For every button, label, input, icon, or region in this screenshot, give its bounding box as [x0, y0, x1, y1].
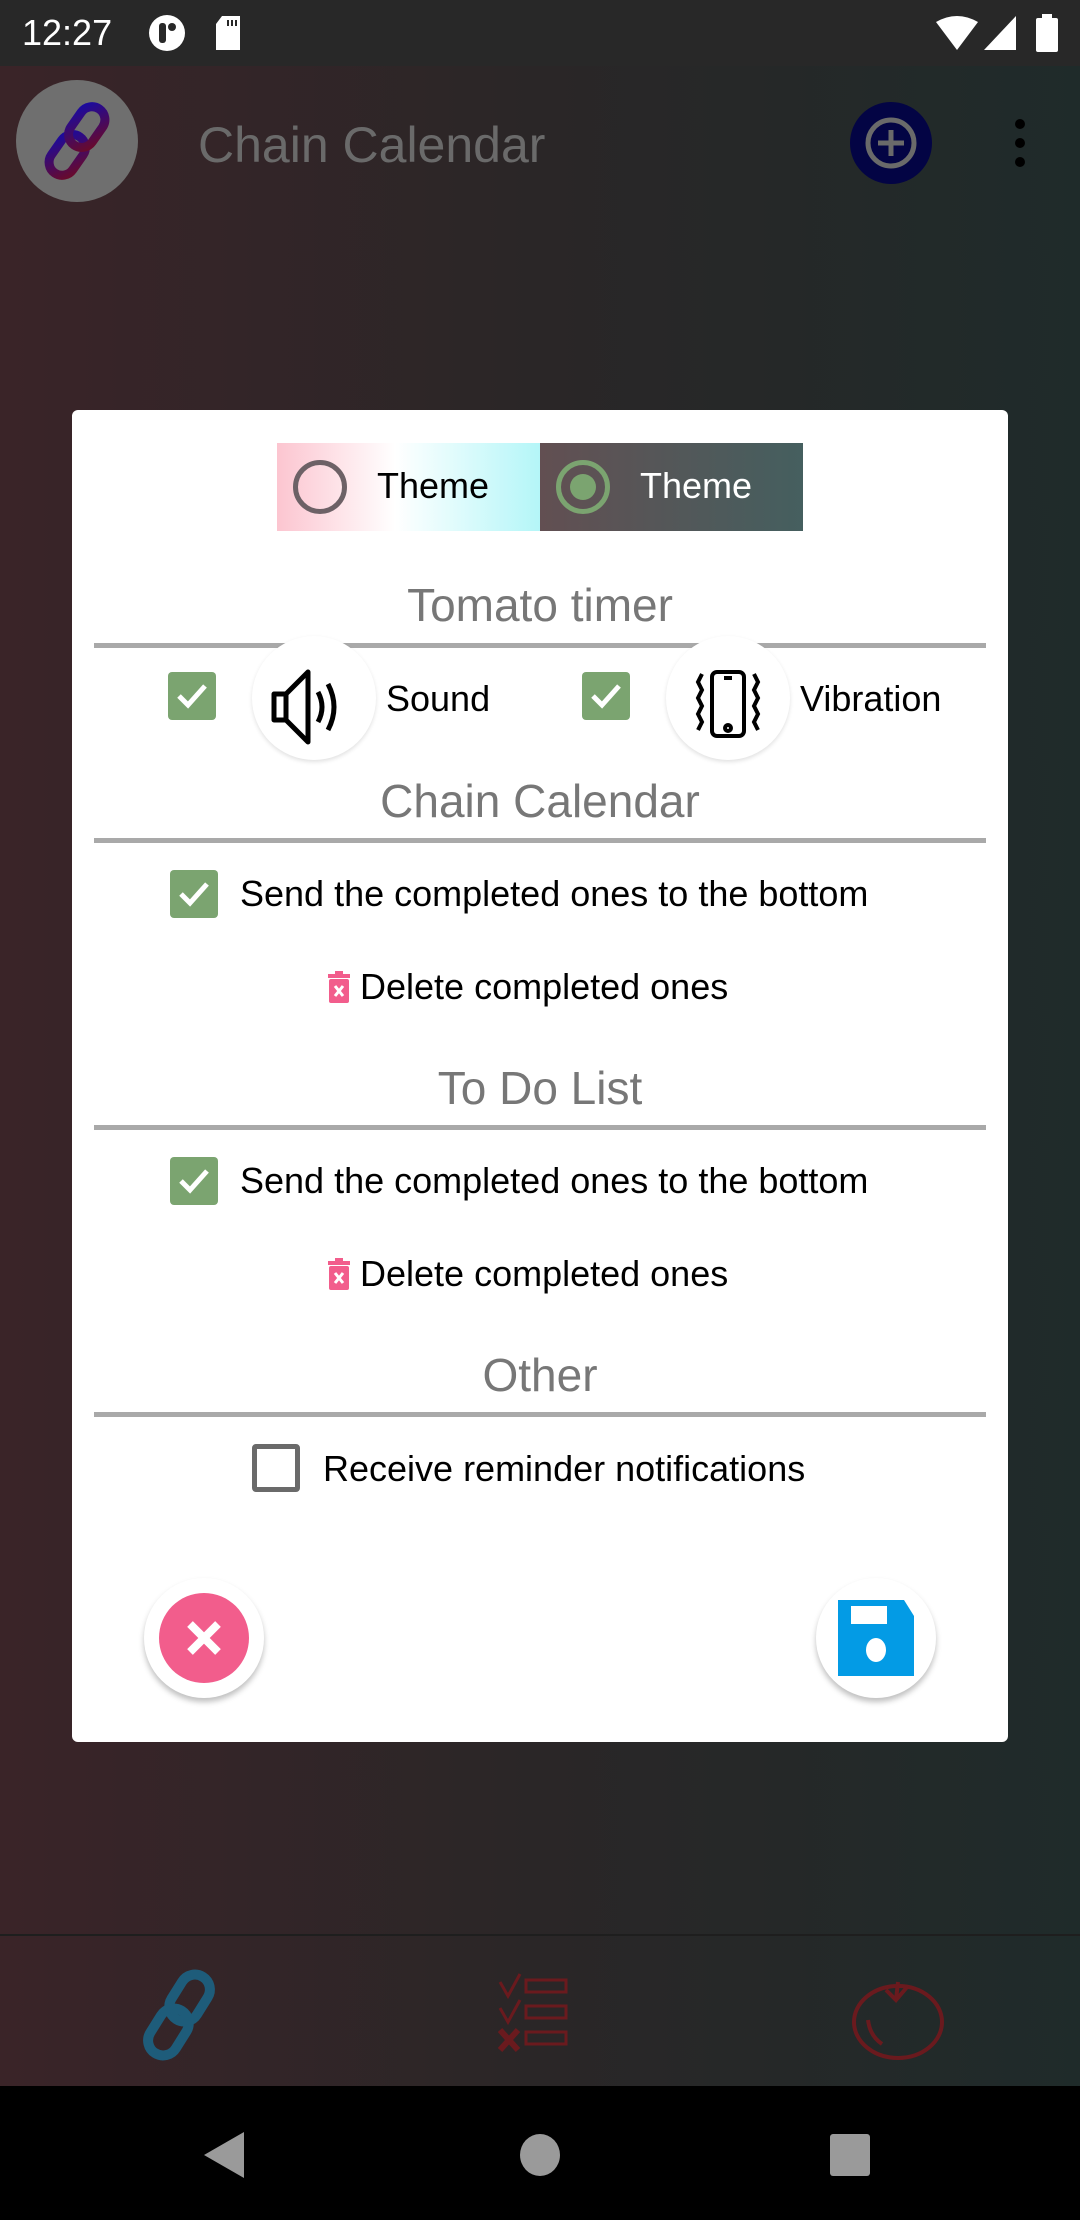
cancel-button[interactable] — [144, 1578, 264, 1698]
home-icon[interactable] — [520, 2134, 560, 2176]
trash-icon — [328, 1258, 350, 1290]
add-circle-icon — [865, 117, 917, 169]
nav-item-chain-calendar[interactable] — [124, 1960, 234, 2070]
theme-label: Theme — [377, 465, 490, 506]
speaker-icon — [271, 669, 337, 745]
app-logo[interactable] — [16, 80, 138, 202]
app-title: Chain Calendar — [198, 117, 546, 173]
recents-icon[interactable] — [830, 2134, 870, 2176]
vibration-icon-button[interactable] — [666, 636, 790, 760]
chain-link-icon — [44, 102, 110, 180]
sound-label: Sound — [386, 678, 491, 719]
divider — [94, 643, 986, 648]
checkmark-icon — [591, 684, 621, 709]
battery-icon — [1036, 14, 1058, 57]
radio-button-unselected[interactable] — [293, 460, 347, 514]
settings-dialog: Theme Theme Tomato timer Sound Vibration… — [72, 410, 1008, 1742]
more-options-button[interactable] — [1000, 118, 1040, 168]
status-time: 12:27 — [22, 12, 113, 53]
reminder-notifications-label: Receive reminder notifications — [323, 1448, 806, 1489]
back-icon[interactable] — [204, 2132, 244, 2178]
nav-item-todo-list[interactable] — [486, 1960, 596, 2070]
chain-delete-completed-label: Delete completed ones — [360, 966, 729, 1007]
floppy-save-icon — [838, 1600, 914, 1676]
section-title-tomato-timer: Tomato timer — [407, 579, 673, 631]
trash-icon — [328, 971, 350, 1003]
divider — [94, 1412, 986, 1417]
vibration-label: Vibration — [800, 678, 942, 719]
checkmark-icon — [179, 1169, 209, 1194]
sound-icon-button[interactable] — [252, 636, 376, 760]
section-title-other: Other — [482, 1349, 598, 1401]
chain-link-icon — [143, 1969, 215, 2061]
theme-selector: Theme Theme — [277, 443, 803, 531]
divider — [94, 1125, 986, 1130]
chain-delete-completed-button[interactable]: Delete completed ones — [328, 966, 728, 1008]
todo-delete-completed-label: Delete completed ones — [360, 1253, 729, 1294]
todo-send-bottom-label: Send the completed ones to the bottom — [240, 1160, 869, 1201]
radio-button-selected[interactable] — [556, 460, 610, 514]
close-circle-icon — [159, 1593, 249, 1683]
nav-item-tomato-timer[interactable] — [846, 1960, 956, 2070]
theme-label: Theme — [640, 465, 753, 506]
reminder-notifications-checkbox[interactable] — [252, 1444, 300, 1492]
todo-send-bottom-checkbox[interactable] — [170, 1157, 218, 1205]
checkmark-icon — [179, 882, 209, 907]
todo-delete-completed-button[interactable]: Delete completed ones — [328, 1253, 728, 1295]
sound-checkbox[interactable] — [168, 672, 216, 720]
sd-card-icon — [214, 16, 242, 55]
divider — [94, 838, 986, 843]
section-title-todo-list: To Do List — [437, 1062, 643, 1114]
notification-icon — [148, 14, 186, 57]
checklist-icon — [497, 1973, 568, 2053]
vibration-checkbox[interactable] — [582, 672, 630, 720]
add-button[interactable] — [850, 102, 932, 184]
chain-send-bottom-checkbox[interactable] — [170, 870, 218, 918]
system-navigation-bar — [0, 2086, 1080, 2220]
chain-send-bottom-label: Send the completed ones to the bottom — [240, 873, 869, 914]
phone-vibrate-icon — [695, 670, 761, 738]
tomato-icon — [852, 1981, 944, 2060]
bottom-navigation — [0, 1934, 1080, 2086]
checkmark-icon — [177, 684, 207, 709]
save-button[interactable] — [816, 1578, 936, 1698]
theme-option-light[interactable]: Theme — [277, 443, 540, 531]
theme-option-dark[interactable]: Theme — [540, 443, 803, 531]
wifi-icon — [936, 16, 978, 55]
status-bar: 12:27 — [0, 0, 1080, 66]
more-vert-icon — [1015, 119, 1025, 167]
section-title-chain-calendar: Chain Calendar — [380, 775, 700, 827]
cell-signal-icon — [984, 16, 1016, 55]
